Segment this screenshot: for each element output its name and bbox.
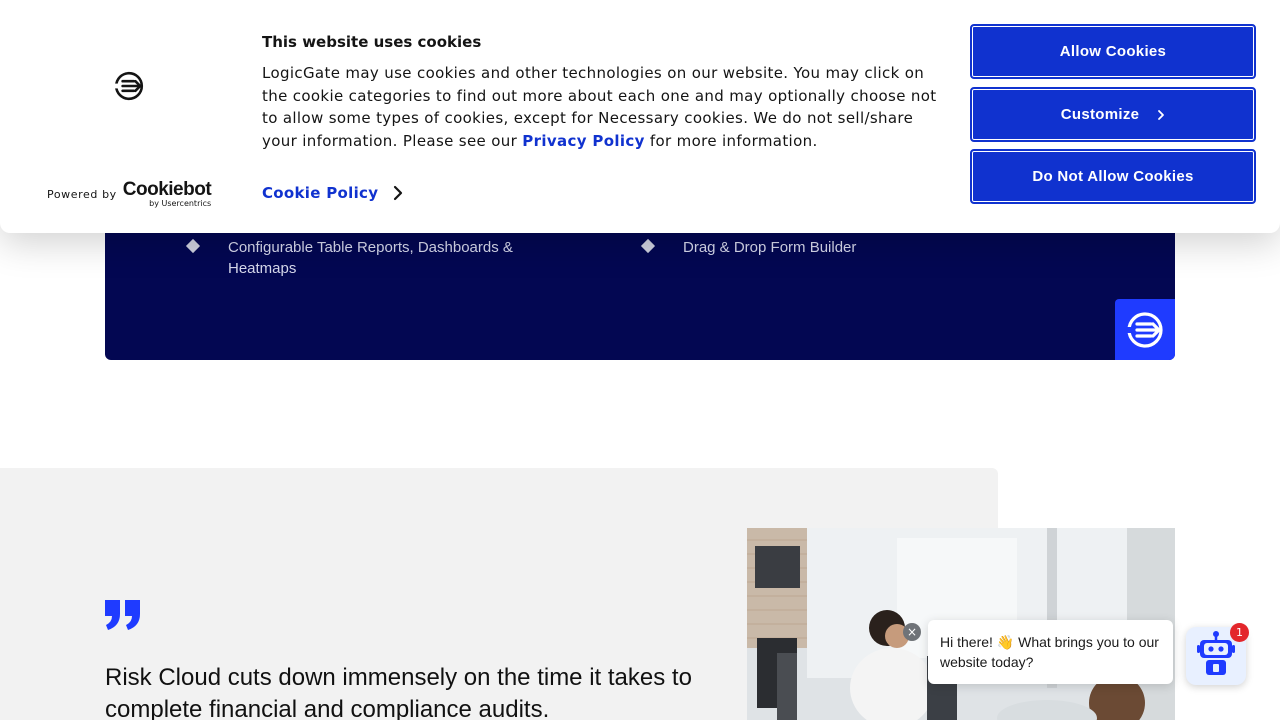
feature-item: Configurable Table Reports, Dashboards &… — [185, 237, 548, 279]
chat-close-button[interactable]: × — [903, 623, 921, 641]
feature-label: Configurable Table Reports, Dashboards &… — [228, 239, 513, 277]
chat-bubble[interactable]: Hi there! 👋 What brings you to our websi… — [928, 620, 1173, 684]
cookie-banner-title: This website uses cookies — [262, 33, 482, 51]
page: Configurable Table Reports, Dashboards &… — [0, 0, 1280, 720]
privacy-policy-link[interactable]: Privacy Policy — [522, 132, 644, 150]
robot-icon — [1196, 631, 1236, 681]
logicgate-icon — [113, 70, 145, 102]
notification-badge: 1 — [1230, 623, 1249, 642]
chat-message: Hi there! 👋 What brings you to our websi… — [940, 634, 1159, 670]
allow-cookies-button[interactable]: Allow Cookies — [970, 24, 1256, 79]
cookie-policy-link[interactable]: Cookie Policy — [262, 184, 404, 202]
cookie-policy-label: Cookie Policy — [262, 184, 379, 202]
feature-item: Drag & Drop Form Builder — [640, 237, 1003, 258]
logicgate-icon — [1115, 299, 1175, 360]
diamond-bullet-icon — [185, 238, 201, 254]
cookie-banner: Powered by Cookiebot by Usercentrics Thi… — [0, 0, 1280, 233]
customize-button[interactable]: Customize — [970, 87, 1256, 142]
cookiebot-branding[interactable]: Powered by Cookiebot by Usercentrics — [47, 179, 212, 208]
chevron-right-icon — [394, 185, 403, 201]
cookiebot-sub: by Usercentrics — [149, 199, 212, 208]
customize-label: Customize — [1060, 106, 1140, 123]
feature-label: Drag & Drop Form Builder — [683, 239, 857, 256]
cookie-banner-body: LogicGate may use cookies and other tech… — [262, 62, 952, 153]
chevron-right-icon — [1158, 109, 1165, 120]
cookie-body-suffix: for more information. — [644, 132, 818, 151]
allow-cookies-label: Allow Cookies — [1059, 43, 1167, 60]
diamond-bullet-icon — [640, 238, 656, 254]
deny-cookies-label: Do Not Allow Cookies — [1032, 168, 1194, 185]
quote-icon — [105, 600, 141, 630]
testimonial-quote: Risk Cloud cuts down immensely on the ti… — [105, 664, 692, 720]
deny-cookies-button[interactable]: Do Not Allow Cookies — [970, 149, 1256, 204]
powered-by-label: Powered by — [47, 188, 117, 201]
cookiebot-brand: Cookiebot — [122, 179, 212, 200]
cookiebot-logo: Cookiebot by Usercentrics — [122, 179, 212, 208]
